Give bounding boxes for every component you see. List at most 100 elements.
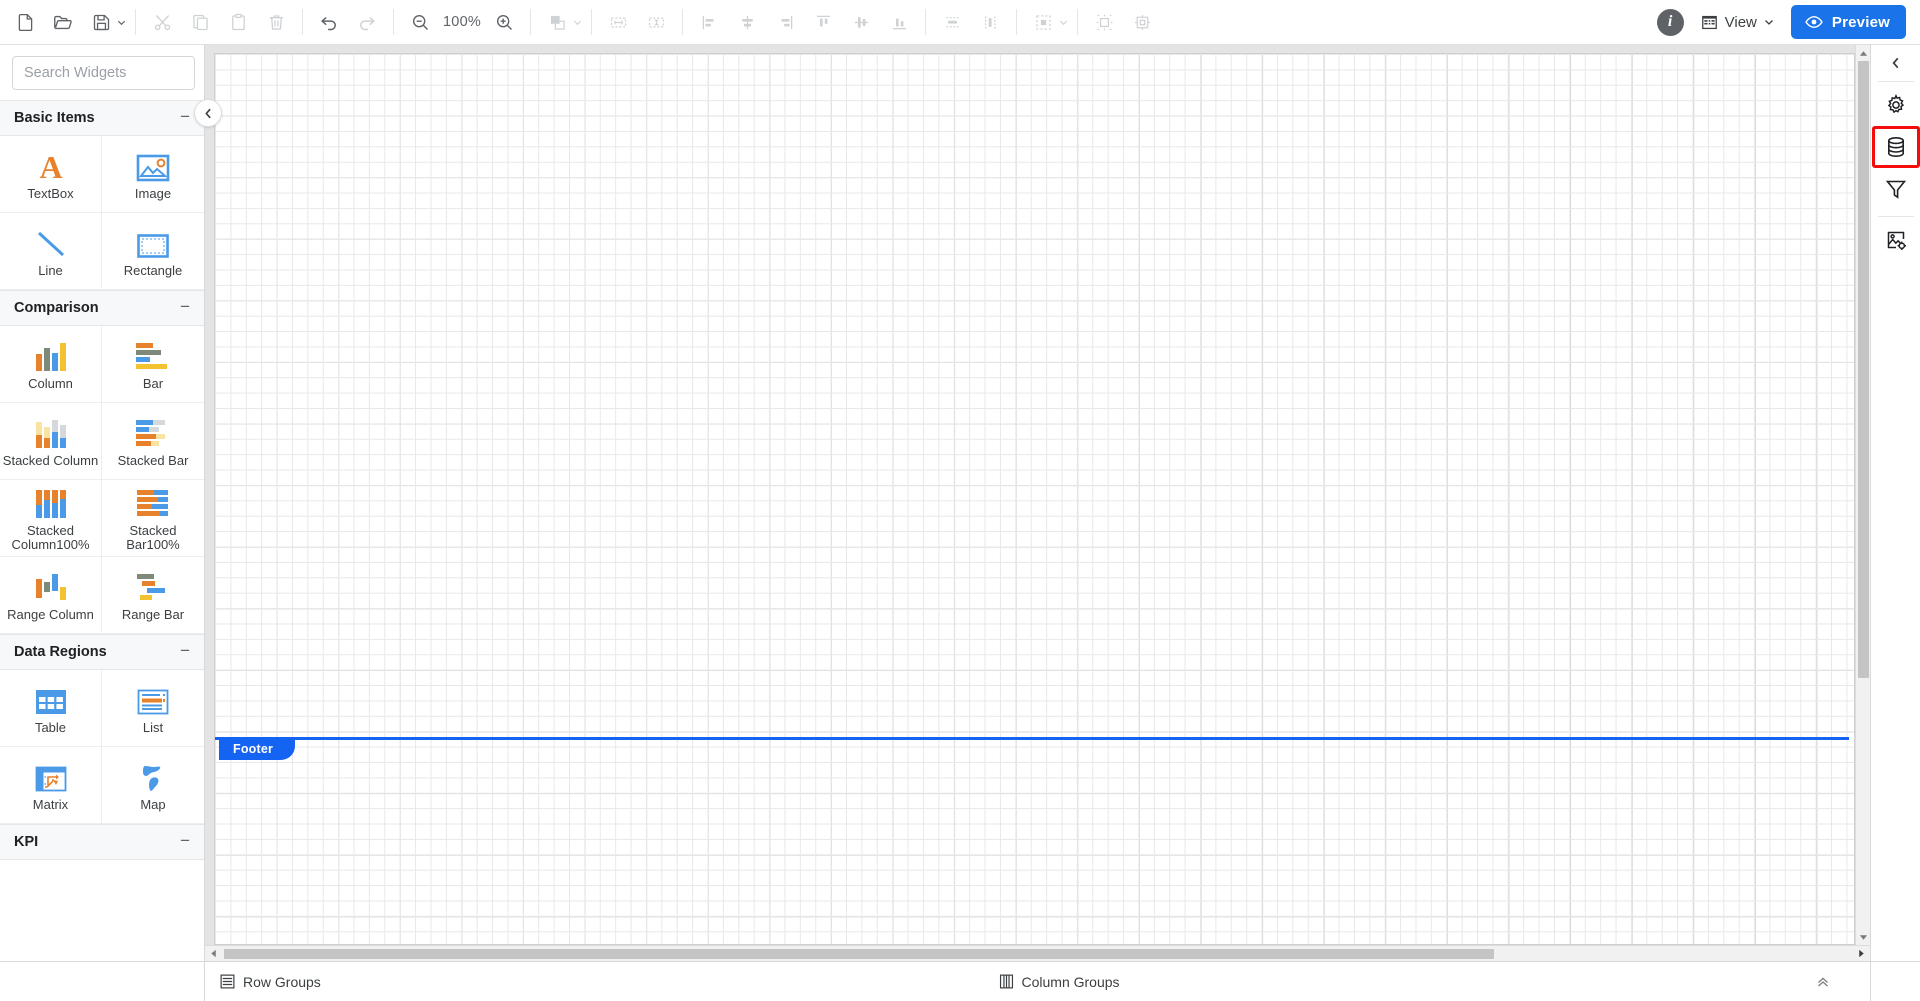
zoom-level-label[interactable]: 100%: [439, 14, 485, 30]
info-button[interactable]: i: [1656, 8, 1684, 36]
undo-button[interactable]: [310, 5, 348, 39]
bottom-bar-content: Row Groups Column Groups: [205, 962, 1870, 1001]
copy-button[interactable]: [181, 5, 219, 39]
collapse-right-panel-button[interactable]: [1871, 45, 1920, 81]
open-report-button[interactable]: [44, 5, 82, 39]
align-center-button[interactable]: [728, 5, 766, 39]
double-chevron-up-icon: [1818, 976, 1828, 987]
widget-stacked-column-100-chart[interactable]: Stacked Column100%: [0, 480, 102, 557]
widget-range-bar-chart[interactable]: Range Bar: [102, 557, 204, 634]
horizontal-scroll-thumb[interactable]: [224, 948, 1494, 959]
decrease-spacing-button[interactable]: [1123, 5, 1161, 39]
svg-text:A: A: [39, 150, 62, 182]
canvas-padding: Footer: [205, 45, 1855, 945]
scroll-up-arrow-icon: [1859, 50, 1867, 56]
align-top-icon: [816, 15, 830, 26]
resources-button[interactable]: [1871, 221, 1920, 259]
collapse-toggle-icon[interactable]: −: [180, 298, 190, 318]
new-report-button[interactable]: [6, 5, 44, 39]
copy-icon: [192, 14, 208, 30]
widget-stacked-bar-chart[interactable]: Stacked Bar: [102, 403, 204, 480]
arrange-dropdown-caret[interactable]: [570, 5, 584, 39]
distribute-vertically-button[interactable]: [933, 5, 971, 39]
section-header-data-regions[interactable]: Data Regions −: [0, 634, 204, 670]
filters-button[interactable]: [1871, 170, 1920, 208]
widget-line[interactable]: Line: [0, 213, 102, 290]
selection-dropdown-caret[interactable]: [1056, 5, 1070, 39]
distribute-horizontally-button[interactable]: [971, 5, 1009, 39]
widget-label: Table: [34, 719, 67, 735]
scroll-down-button[interactable]: [1856, 929, 1871, 945]
preview-button[interactable]: Preview: [1790, 5, 1906, 39]
toolbar-separator: [393, 9, 394, 35]
widget-bar-chart[interactable]: Bar: [102, 326, 204, 403]
widget-map[interactable]: Map: [102, 747, 204, 824]
save-dropdown-caret[interactable]: [114, 5, 128, 39]
widget-textbox[interactable]: A TextBox: [0, 136, 102, 213]
search-input[interactable]: [24, 65, 211, 81]
bottom-bar-right-spacer: [1870, 962, 1920, 1001]
section-header-comparison[interactable]: Comparison −: [0, 290, 204, 326]
widget-rectangle[interactable]: Rectangle: [102, 213, 204, 290]
data-sources-button[interactable]: [1871, 126, 1920, 168]
widget-range-column-chart[interactable]: Range Column: [0, 557, 102, 634]
align-right-button[interactable]: [766, 5, 804, 39]
footer-section-tag[interactable]: Footer: [219, 737, 296, 760]
cut-button[interactable]: [143, 5, 181, 39]
widget-label: TextBox: [27, 185, 74, 201]
increase-spacing-button[interactable]: [1085, 5, 1123, 39]
stacked-bar-100-chart-icon: [133, 485, 173, 519]
zoom-out-button[interactable]: [401, 5, 439, 39]
widget-matrix[interactable]: Matrix: [0, 747, 102, 824]
widget-list[interactable]: List: [102, 670, 204, 747]
widget-image[interactable]: Image: [102, 136, 204, 213]
horizontal-scroll-track[interactable]: [222, 946, 1853, 962]
scroll-left-button[interactable]: [205, 946, 222, 962]
collapse-widgets-panel-button[interactable]: [194, 99, 222, 127]
chevron-down-icon: [117, 20, 125, 25]
table-icon: [34, 682, 68, 716]
scroll-up-button[interactable]: [1856, 45, 1871, 61]
view-layout-icon: [1701, 15, 1717, 29]
collapse-groups-bar-button[interactable]: [1814, 973, 1832, 991]
section-header-basic-items[interactable]: Basic Items −: [0, 100, 204, 136]
widget-stacked-bar-100-chart[interactable]: Stacked Bar100%: [102, 480, 204, 557]
canvas-vertical-scrollbar[interactable]: [1855, 45, 1870, 945]
align-middle-button[interactable]: [842, 5, 880, 39]
widget-stacked-column-chart[interactable]: Stacked Column: [0, 403, 102, 480]
widget-table[interactable]: Table: [0, 670, 102, 747]
paste-button[interactable]: [219, 5, 257, 39]
scroll-right-button[interactable]: [1853, 946, 1870, 962]
eye-icon: [1805, 16, 1823, 28]
column-groups-panel-button[interactable]: Column Groups: [998, 973, 1120, 990]
report-design-surface[interactable]: Footer: [214, 53, 1855, 945]
canvas-horizontal-scrollbar[interactable]: [205, 945, 1870, 961]
align-bottom-button[interactable]: [880, 5, 918, 39]
vertical-scroll-track[interactable]: [1856, 61, 1871, 929]
align-left-button[interactable]: [690, 5, 728, 39]
chevron-down-icon: [1764, 20, 1773, 25]
toolbar-separator: [302, 9, 303, 35]
collapse-toggle-icon[interactable]: −: [180, 832, 190, 852]
section-title: Comparison: [14, 300, 99, 316]
zoom-in-button[interactable]: [485, 5, 523, 39]
report-canvas-area: Footer: [205, 45, 1870, 961]
widget-label: List: [142, 719, 164, 735]
widget-column-chart[interactable]: Column: [0, 326, 102, 403]
make-same-height-button[interactable]: [637, 5, 675, 39]
info-icon: i: [1667, 13, 1673, 30]
redo-button[interactable]: [348, 5, 386, 39]
vertical-scroll-thumb[interactable]: [1857, 61, 1869, 678]
row-groups-panel-button[interactable]: Row Groups: [219, 973, 321, 990]
align-top-button[interactable]: [804, 5, 842, 39]
report-properties-button[interactable]: [1871, 86, 1920, 124]
toolbar-group-select: [1024, 5, 1070, 39]
view-menu-button[interactable]: View: [1692, 6, 1783, 38]
search-box[interactable]: [12, 56, 211, 90]
delete-button[interactable]: [257, 5, 295, 39]
make-same-width-button[interactable]: [599, 5, 637, 39]
section-header-kpi[interactable]: KPI −: [0, 824, 204, 860]
open-folder-icon: [54, 15, 72, 30]
collapse-toggle-icon[interactable]: −: [180, 108, 190, 128]
collapse-toggle-icon[interactable]: −: [180, 642, 190, 662]
